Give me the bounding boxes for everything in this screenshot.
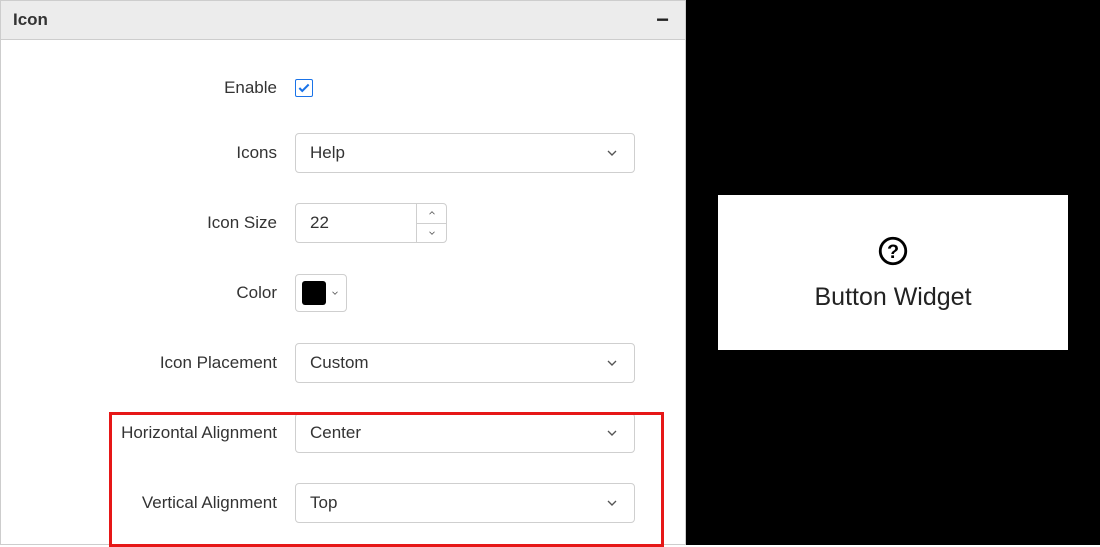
color-picker[interactable]	[295, 274, 347, 312]
button-widget-label: Button Widget	[814, 283, 971, 312]
chevron-down-icon	[604, 145, 620, 161]
icons-select[interactable]: Help	[295, 133, 635, 173]
enable-checkbox[interactable]	[295, 79, 313, 97]
icon-size-value[interactable]: 22	[296, 204, 416, 242]
row-icon-size: Icon Size 22	[1, 188, 685, 258]
row-placement: Icon Placement Custom	[1, 328, 685, 398]
icons-label: Icons	[1, 143, 295, 163]
button-widget-card[interactable]: ? Button Widget	[718, 195, 1068, 350]
icon-size-label: Icon Size	[1, 213, 295, 233]
chevron-down-icon	[604, 355, 620, 371]
collapse-icon[interactable]: −	[652, 7, 673, 33]
placement-label: Icon Placement	[1, 353, 295, 373]
row-enable: Enable	[1, 58, 685, 118]
preview-panel: ? Button Widget	[686, 0, 1100, 545]
form: Enable Icons Help Icon Size 22	[1, 40, 685, 538]
panel-header[interactable]: Icon −	[1, 1, 685, 40]
placement-select[interactable]: Custom	[295, 343, 635, 383]
color-swatch	[302, 281, 326, 305]
icon-size-stepper[interactable]: 22	[295, 203, 447, 243]
chevron-down-icon	[330, 288, 340, 298]
icons-value: Help	[310, 143, 345, 163]
highlight-box	[109, 412, 664, 547]
icon-settings-panel: Icon − Enable Icons Help Icon Size	[0, 0, 686, 545]
help-icon: ?	[876, 234, 910, 273]
check-icon	[297, 81, 311, 95]
color-label: Color	[1, 283, 295, 303]
row-icons: Icons Help	[1, 118, 685, 188]
enable-label: Enable	[1, 78, 295, 98]
panel-title: Icon	[13, 10, 48, 30]
chevron-up-icon	[427, 208, 437, 218]
chevron-down-icon	[427, 228, 437, 238]
stepper-down[interactable]	[417, 223, 446, 243]
placement-value: Custom	[310, 353, 369, 373]
svg-text:?: ?	[887, 241, 899, 263]
row-color: Color	[1, 258, 685, 328]
stepper-up[interactable]	[417, 204, 446, 223]
